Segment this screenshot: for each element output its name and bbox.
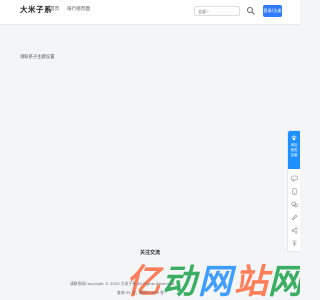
query-stats: 查询 55 次，耗时 0.059 秒 (117, 290, 165, 295)
svg-text:网: 网 (198, 262, 237, 300)
float-top-label: 添加我的百度 (290, 143, 298, 157)
search-input[interactable] (211, 8, 238, 15)
wechat-icon[interactable] (291, 201, 298, 208)
copyright-text: 请联系网Copyright © 2025 大米子系 All Rights Res… (70, 281, 176, 286)
login-button[interactable]: 登录/注册 (263, 5, 282, 17)
notice-text: 请联系子主题设置 (20, 55, 55, 60)
footer-title: 关注交流 (139, 250, 160, 256)
nav-ranking[interactable]: 排行榜页面 (67, 6, 90, 12)
back-to-top-icon[interactable] (291, 240, 298, 247)
share-icon[interactable] (291, 227, 298, 234)
add-favorite-button[interactable]: 添加我的百度 (288, 131, 300, 169)
search-box: 全部 (194, 6, 240, 16)
top-header: 大米子系 首页 排行榜页面 全部 登录/注册 (0, 0, 300, 25)
floating-sidebar: 添加我的百度 (287, 130, 300, 252)
site-logo[interactable]: 大米子系 (20, 4, 52, 15)
edit-icon[interactable] (291, 214, 298, 221)
phone-icon[interactable] (291, 188, 298, 195)
search-scope-select[interactable]: 全部 (198, 9, 206, 15)
nav-home[interactable]: 首页 (50, 6, 59, 12)
svg-text:网: 网 (268, 262, 300, 300)
chat-icon[interactable] (291, 175, 298, 182)
paw-icon (291, 135, 297, 141)
chevron-down-icon[interactable] (206, 10, 209, 13)
search-icon[interactable] (246, 6, 256, 16)
